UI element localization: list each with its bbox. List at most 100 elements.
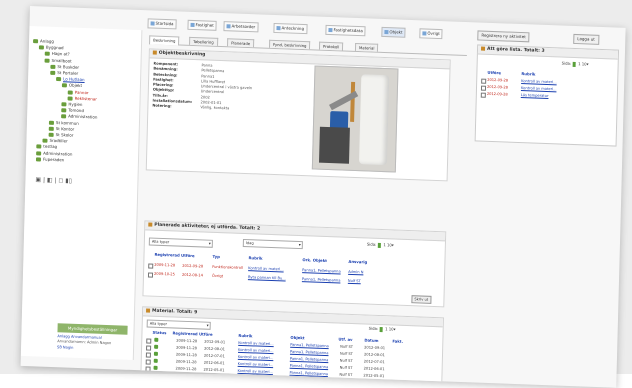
- tree-item[interactable]: Fuperaden: [35, 156, 64, 162]
- table-cell[interactable]: Läs temperatur: [521, 93, 549, 98]
- tree-item[interactable]: Reklistenar: [67, 95, 98, 102]
- table-cell[interactable]: Kontroll av materi...: [238, 355, 274, 360]
- toolbar-button[interactable]: Arbetsorder: [223, 21, 259, 33]
- content-tab[interactable]: Beskrivning: [149, 35, 180, 46]
- column-header[interactable]: Ansvarig: [348, 259, 367, 265]
- tree-item[interactable]: St Skolor: [48, 132, 73, 138]
- column-header[interactable]: Typ: [212, 254, 219, 259]
- tree-item[interactable]: Sradtiller: [42, 138, 68, 144]
- tree-item-label: Administration: [68, 113, 98, 120]
- tree-item[interactable]: Lo Hutlaan: [56, 76, 85, 82]
- row-checkbox[interactable]: [145, 352, 151, 358]
- table-cell[interactable]: Kontroll av materi...: [237, 369, 273, 374]
- column-header[interactable]: Utf. av: [338, 337, 352, 343]
- column-header[interactable]: Rubrik: [238, 333, 252, 339]
- row-checkbox[interactable]: [480, 85, 487, 91]
- table-cell[interactable]: Panna1, Pelletspanna: [290, 350, 329, 355]
- toolbar-button[interactable]: Övrigt: [419, 28, 443, 40]
- row-checkbox[interactable]: [146, 345, 152, 351]
- tree-item-label: Reklistenar: [74, 95, 98, 102]
- table-cell[interactable]: Kontroll av materi...: [521, 79, 557, 84]
- planned-per-page[interactable]: 10: [387, 242, 392, 247]
- planned-type-filter[interactable]: Alla typer: [148, 237, 213, 248]
- todo-page[interactable]: 1: [578, 61, 581, 66]
- content-tab[interactable]: Protokoll: [318, 41, 344, 51]
- table-cell[interactable]: Kontroll av materi...: [238, 362, 274, 367]
- wrench-icon: [152, 50, 157, 55]
- table-cell[interactable]: Kontroll av materi...: [238, 341, 274, 346]
- material-page[interactable]: 1: [385, 326, 388, 331]
- table-cell[interactable]: Kontroll av materi...: [248, 266, 284, 271]
- material-type-filter[interactable]: Alla typer: [146, 319, 211, 330]
- tree-item[interactable]: Tomond: [61, 107, 84, 113]
- column-header[interactable]: Registrerad Utföre: [154, 252, 194, 258]
- column-header[interactable]: Fakt.: [392, 338, 403, 343]
- table-cell[interactable]: Panna1, Pelletspanna: [302, 268, 341, 273]
- row-checkbox[interactable]: [145, 359, 151, 365]
- table-cell: 2009-11-28: [176, 345, 198, 351]
- table-cell[interactable]: Panna1, Pelletspanna: [302, 277, 341, 282]
- management-button[interactable]: Myndighetsbeställningar: [57, 323, 128, 335]
- table-cell[interactable]: Panna1, Pelletspanna: [289, 371, 328, 376]
- table-cell[interactable]: Panna1, Pelletspanna: [290, 357, 329, 362]
- planned-page[interactable]: 1: [383, 242, 386, 247]
- toolbar-button[interactable]: Startsida: [147, 18, 177, 30]
- print-button[interactable]: Skriv ut: [411, 295, 432, 304]
- column-header[interactable]: Datum: [364, 337, 378, 343]
- tree-item[interactable]: St kommun: [48, 119, 79, 125]
- tree-item[interactable]: St Portaler: [50, 70, 78, 76]
- material-pager: Sida: 1 10▾: [368, 325, 396, 332]
- tree-tool-icons[interactable]: ▣ | ◧ | ◻ ▮▯: [35, 176, 72, 184]
- logout-link[interactable]: SB Nagin: [57, 345, 127, 352]
- column-header[interactable]: Rubrik: [521, 71, 535, 77]
- column-header[interactable]: Rubrik: [248, 255, 262, 261]
- table-cell[interactable]: Panna1, Pelletspanna: [290, 364, 329, 369]
- field-value: 2002: [200, 95, 210, 100]
- toolbar-button[interactable]: Fastighetsdata: [325, 24, 366, 37]
- tree-item[interactable]: Hagn at?: [44, 51, 70, 57]
- toolbar-button[interactable]: Fastighet: [187, 19, 217, 31]
- row-checkbox[interactable]: [480, 92, 486, 98]
- toolbar-button[interactable]: Anteckning: [273, 22, 308, 35]
- row-checkbox[interactable]: [481, 78, 487, 84]
- content-tab[interactable]: Fynd, beskrivning: [268, 39, 311, 50]
- toolbar-button[interactable]: Objekt: [381, 26, 406, 38]
- tree-item[interactable]: Objekt: [61, 83, 82, 88]
- tree-item[interactable]: Hygien: [61, 101, 83, 107]
- tree-item[interactable]: Administration: [61, 114, 97, 120]
- table-cell[interactable]: Byta pannan till Bu...: [248, 275, 286, 280]
- content-tab[interactable]: Tabellering: [189, 36, 218, 46]
- tree-item[interactable]: Smallboot: [44, 57, 72, 63]
- tree-item[interactable]: Pannor: [67, 89, 89, 95]
- row-checkbox[interactable]: [148, 263, 154, 269]
- table-cell[interactable]: Kontroll av materi...: [521, 86, 557, 91]
- column-header[interactable]: Ork. Objekt: [302, 257, 327, 263]
- tree-item[interactable]: testlag: [36, 144, 57, 149]
- content-tab[interactable]: Planerade: [227, 38, 255, 48]
- row-checkbox[interactable]: [146, 338, 152, 344]
- tree-item[interactable]: Anlagg: [33, 38, 54, 44]
- column-header[interactable]: Objekt: [290, 335, 304, 341]
- tree-item[interactable]: Byggnad: [38, 45, 64, 50]
- logout-button[interactable]: Logga ut: [573, 33, 599, 45]
- field-value: Vänlig, kontakta: [200, 105, 230, 111]
- todo-panel-header: Att göra lista. Totalt: 3: [477, 45, 619, 60]
- material-per-page[interactable]: 10: [389, 326, 394, 331]
- row-checkbox[interactable]: [145, 366, 151, 372]
- column-header[interactable]: Registrerad Utföre: [172, 330, 212, 336]
- content-tab[interactable]: Material: [354, 42, 379, 52]
- table-cell: 2009-11-28: [175, 359, 197, 365]
- todo-per-page[interactable]: 10: [582, 61, 587, 66]
- tree-item[interactable]: St Kontor: [48, 126, 74, 131]
- status-icon: [154, 344, 159, 349]
- column-header[interactable]: Status: [152, 330, 166, 336]
- column-header[interactable]: Utföre: [487, 70, 501, 75]
- tree-item[interactable]: St Buskder: [50, 64, 79, 70]
- register-activity-button[interactable]: Registrera ny aktivitet: [477, 30, 530, 43]
- tree-item[interactable]: Administration: [36, 150, 72, 156]
- planned-date-filter[interactable]: Idag: [242, 238, 303, 250]
- folder-icon: [44, 58, 50, 63]
- table-cell[interactable]: Kontroll av materi...: [238, 348, 274, 353]
- table-cell[interactable]: Panna1, Pelletspanna: [290, 343, 329, 348]
- row-checkbox[interactable]: [147, 272, 154, 278]
